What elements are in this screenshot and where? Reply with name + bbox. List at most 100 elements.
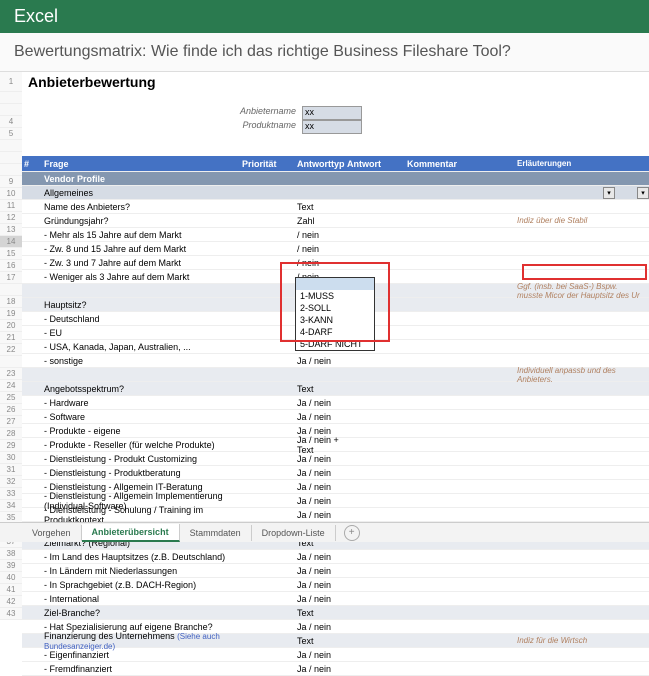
table-row[interactable]: - InternationalJa / nein [22, 592, 649, 606]
table-row[interactable]: - FremdfinanziertJa / nein [22, 662, 649, 676]
row-number[interactable]: 30 [0, 452, 22, 464]
row-number[interactable] [0, 152, 22, 164]
sheet-tab[interactable]: Vorgehen [22, 525, 82, 541]
anbieter-value[interactable]: xx [302, 106, 362, 120]
table-row[interactable]: Angebotsspektrum?Text [22, 382, 649, 396]
row-number[interactable]: 11 [0, 200, 22, 212]
dropdown-option[interactable]: 2-SOLL [296, 302, 374, 314]
row-number[interactable]: 26 [0, 404, 22, 416]
row-number[interactable]: 29 [0, 440, 22, 452]
row-number[interactable]: 23 [0, 368, 22, 380]
row-number[interactable]: 27 [0, 416, 22, 428]
table-row[interactable]: - Mehr als 15 Jahre auf dem Markt/ nein [22, 228, 649, 242]
row-number[interactable]: 1 [0, 72, 22, 92]
erl-cell: Ggf. (insb. bei SaaS-) Bspw. musste Mico… [517, 282, 649, 300]
frage-cell: - In Ländern mit Niederlassungen [42, 566, 242, 576]
row-number[interactable]: 25 [0, 392, 22, 404]
frage-cell: - Produkte - eigene [42, 426, 242, 436]
table-row[interactable]: - Im Land des Hauptsitzes (z.B. Deutschl… [22, 550, 649, 564]
table-row[interactable]: - EigenfinanziertJa / nein [22, 648, 649, 662]
row-number[interactable]: 22 [0, 344, 22, 356]
atyp-cell: / nein [297, 258, 347, 268]
table-row[interactable]: - Dienstleistung - ProduktberatungJa / n… [22, 466, 649, 480]
row-number[interactable]: 32 [0, 476, 22, 488]
app-name: Excel [14, 6, 58, 26]
row-number[interactable]: 12 [0, 212, 22, 224]
filter-dropdown-icon[interactable]: ▾ [603, 187, 615, 199]
row-number[interactable]: 16 [0, 260, 22, 272]
row-number[interactable]: 40 [0, 572, 22, 584]
dropdown-option[interactable]: 1-MUSS [296, 290, 374, 302]
frage-cell: - Hardware [42, 398, 242, 408]
row-number[interactable]: 33 [0, 488, 22, 500]
row-number[interactable]: 9 [0, 176, 22, 188]
row-number[interactable]: 34 [0, 500, 22, 512]
sheet-tab[interactable]: Dropdown-Liste [252, 525, 336, 541]
row-number[interactable]: 41 [0, 584, 22, 596]
col-prio: Priorität [242, 159, 297, 169]
table-row[interactable]: Finanzierung des Unternehmens (Siehe auc… [22, 634, 649, 648]
table-row[interactable]: Name des Anbieters?Text [22, 200, 649, 214]
table-row[interactable]: - In Sprachgebiet (z.B. DACH-Region)Ja /… [22, 578, 649, 592]
sheet-tabs: VorgehenAnbieterübersichtStammdatenDropd… [0, 522, 649, 542]
frage-cell: - Im Land des Hauptsitzes (z.B. Deutschl… [42, 552, 242, 562]
dropdown-option[interactable]: 5-DARF NICHT [296, 338, 374, 350]
sheet-tab[interactable]: Anbieterübersicht [82, 524, 180, 542]
atyp-cell: Zahl [297, 216, 347, 226]
table-row[interactable]: Gründungsjahr?ZahlIndiz über die Stabil [22, 214, 649, 228]
row-number[interactable] [0, 164, 22, 176]
row-number[interactable]: 10 [0, 188, 22, 200]
section-vendor-profile: Vendor Profile [22, 172, 649, 186]
atyp-cell: Ja / nein + Text [297, 435, 347, 455]
row-number[interactable]: 31 [0, 464, 22, 476]
sheet-tab[interactable]: Stammdaten [180, 525, 252, 541]
table-row[interactable]: - In Ländern mit NiederlassungenJa / nei… [22, 564, 649, 578]
priority-dropdown-list[interactable]: 1-MUSS2-SOLL3-KANN4-DARF5-DARF NICHT [295, 277, 375, 351]
produkt-value[interactable]: xx [302, 120, 362, 134]
row-number[interactable]: 38 [0, 548, 22, 560]
atyp-cell: / nein [297, 230, 347, 240]
table-row[interactable]: - Dienstleistung - Produkt CustomizingJa… [22, 452, 649, 466]
row-number[interactable] [0, 92, 22, 104]
row-number[interactable]: 4 [0, 116, 22, 128]
row-number[interactable]: 24 [0, 380, 22, 392]
frage-cell: - Dienstleistung - Produkt Customizing [42, 454, 242, 464]
row-number[interactable]: 17 [0, 272, 22, 284]
table-row[interactable]: - Produkte - Reseller (für welche Produk… [22, 438, 649, 452]
atyp-cell: Text [297, 384, 347, 394]
add-sheet-button[interactable]: + [344, 525, 360, 541]
table-row[interactable]: - Dienstleistung - Schulung / Training i… [22, 508, 649, 522]
row-number[interactable]: 20 [0, 320, 22, 332]
row-number[interactable] [0, 140, 22, 152]
col-komm: Kommentar [407, 159, 517, 169]
row-number[interactable]: 19 [0, 308, 22, 320]
frage-cell: - sonstige [42, 356, 242, 366]
table-row[interactable]: - Zw. 3 und 7 Jahre auf dem Markt / nein [22, 256, 649, 270]
frage-cell: - Deutschland [42, 314, 242, 324]
table-row[interactable]: - SoftwareJa / nein [22, 410, 649, 424]
dropdown-option[interactable]: 3-KANN [296, 314, 374, 326]
row-number[interactable]: 13 [0, 224, 22, 236]
row-number[interactable]: 15 [0, 248, 22, 260]
row-number[interactable]: 18 [0, 296, 22, 308]
filter-dropdown-icon[interactable]: ▾ [637, 187, 649, 199]
row-number[interactable]: 5 [0, 128, 22, 140]
erl-cell: Indiz über die Stabil [517, 216, 649, 225]
table-row[interactable]: Individuell anpassb und des Anbieters. [22, 368, 649, 382]
dropdown-option[interactable]: 4-DARF [296, 326, 374, 338]
row-number[interactable] [0, 356, 22, 368]
frage-cell: - Zw. 3 und 7 Jahre auf dem Markt [42, 258, 242, 268]
row-number[interactable]: 21 [0, 332, 22, 344]
row-number[interactable]: 14 [0, 236, 22, 248]
row-number[interactable]: 28 [0, 428, 22, 440]
table-row[interactable]: Ziel-Branche?Text [22, 606, 649, 620]
table-row[interactable]: - HardwareJa / nein [22, 396, 649, 410]
row-number[interactable]: 39 [0, 560, 22, 572]
table-row[interactable]: - Zw. 8 und 15 Jahre auf dem Markt/ nein [22, 242, 649, 256]
row-number[interactable]: 42 [0, 596, 22, 608]
row-number[interactable] [0, 104, 22, 116]
row-number[interactable]: 43 [0, 608, 22, 620]
row-number[interactable] [0, 284, 22, 296]
col-num: # [22, 159, 42, 169]
col-atyp: Antworttyp [297, 159, 347, 169]
